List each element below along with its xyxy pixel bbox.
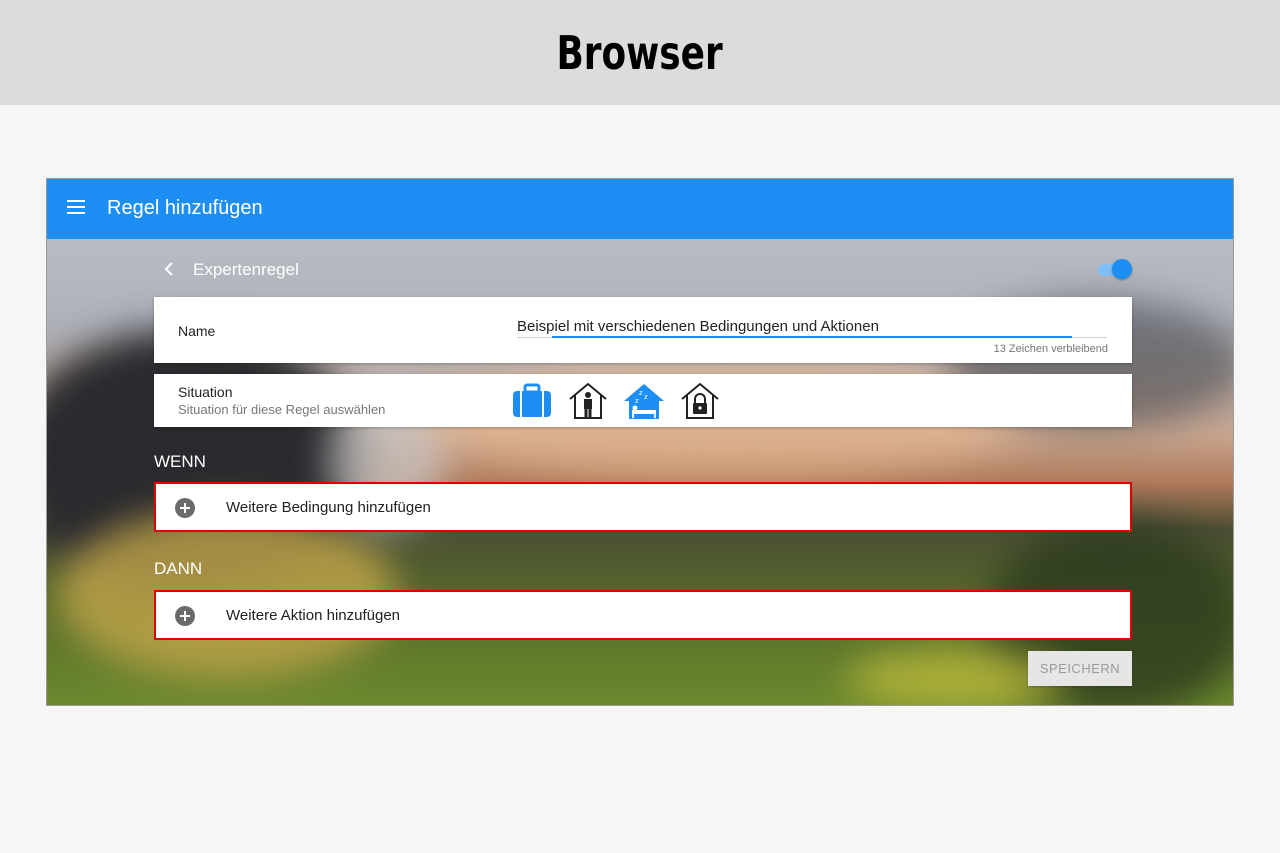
plus-circle-icon xyxy=(175,606,195,626)
chevron-left-icon[interactable] xyxy=(162,260,176,278)
situation-label: Situation xyxy=(178,384,233,400)
banner: Browser xyxy=(0,0,1280,105)
person-home-icon[interactable] xyxy=(567,381,609,421)
svg-text:z: z xyxy=(644,393,648,401)
subheader: Expertenregel xyxy=(154,257,1132,283)
svg-text:z: z xyxy=(639,389,643,397)
char-counter: 13 Zeichen verbleibend xyxy=(993,343,1108,355)
app-bar: Regel hinzufügen xyxy=(47,179,1233,239)
app-bar-title: Regel hinzufügen xyxy=(107,197,263,219)
add-action-label: Weitere Aktion hinzufügen xyxy=(226,607,401,624)
add-condition-button[interactable]: Weitere Bedingung hinzufügen xyxy=(154,482,1132,532)
toggle-knob xyxy=(1112,259,1132,279)
save-button[interactable]: SPEICHERN xyxy=(1028,651,1132,686)
plus-circle-icon xyxy=(175,498,195,518)
sleep-home-icon[interactable]: z z z xyxy=(623,381,665,421)
subheader-title: Expertenregel xyxy=(193,260,299,279)
wenn-heading: WENN xyxy=(154,452,206,471)
add-action-button[interactable]: Weitere Aktion hinzufügen xyxy=(154,590,1132,640)
name-underline-active xyxy=(552,336,1072,338)
name-card: Name 13 Zeichen verbleibend xyxy=(154,297,1132,363)
rule-form: Expertenregel Name 13 Zeichen verbleiben… xyxy=(154,239,1132,705)
situation-card: Situation Situation für diese Regel ausw… xyxy=(154,374,1132,427)
banner-title: Browser xyxy=(556,25,724,80)
lock-home-icon[interactable] xyxy=(679,381,721,421)
hamburger-menu-icon[interactable] xyxy=(67,200,85,214)
suitcase-icon[interactable] xyxy=(511,381,553,421)
svg-text:z: z xyxy=(635,397,639,405)
add-condition-label: Weitere Bedingung hinzufügen xyxy=(226,499,431,516)
dann-heading: DANN xyxy=(154,559,203,578)
background-scene: Expertenregel Name 13 Zeichen verbleiben… xyxy=(47,239,1233,705)
situation-sublabel: Situation für diese Regel auswählen xyxy=(178,402,386,417)
rule-active-toggle[interactable] xyxy=(1096,259,1132,279)
name-label: Name xyxy=(178,323,216,339)
app-window: Regel hinzufügen Expertenregel Name Beis… xyxy=(46,178,1234,706)
